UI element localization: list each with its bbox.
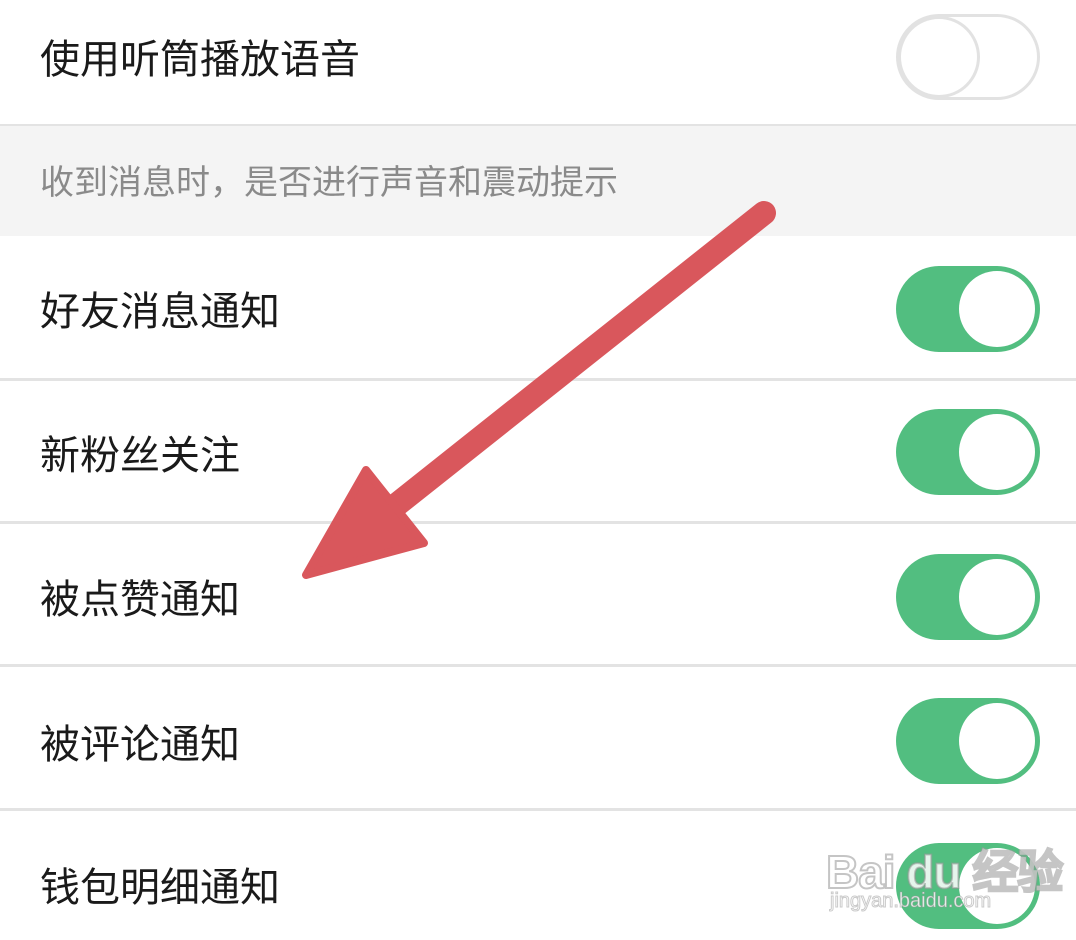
toggle-knob (959, 414, 1035, 490)
settings-row-label: 使用听筒播放语音 (40, 37, 360, 83)
settings-row-friend-messages[interactable]: 好友消息通知 (0, 238, 1076, 378)
toggle-knob (959, 559, 1035, 635)
settings-row-label: 被点赞通知 (40, 577, 240, 623)
toggle-knob (959, 271, 1035, 347)
settings-row-commented[interactable]: 被评论通知 (0, 667, 1076, 807)
wallet-details-toggle[interactable] (896, 843, 1040, 929)
new-followers-toggle[interactable] (896, 409, 1040, 495)
toggle-knob (959, 848, 1035, 924)
section-header-text: 收到消息时，是否进行声音和震动提示 (40, 163, 618, 203)
liked-toggle[interactable] (896, 554, 1040, 640)
settings-screen: 使用听筒播放语音 收到消息时，是否进行声音和震动提示 好友消息通知 新粉丝关注 … (0, 0, 1076, 940)
settings-row-label: 钱包明细通知 (40, 865, 280, 911)
settings-row-label: 新粉丝关注 (40, 433, 240, 479)
commented-toggle[interactable] (896, 698, 1040, 784)
toggle-knob (959, 703, 1035, 779)
settings-row-new-followers[interactable]: 新粉丝关注 (0, 381, 1076, 521)
settings-row-earpiece[interactable]: 使用听筒播放语音 (0, 0, 1076, 124)
toggle-knob (901, 19, 977, 95)
settings-row-label: 好友消息通知 (40, 289, 280, 335)
earpiece-toggle[interactable] (896, 14, 1040, 100)
friend-messages-toggle[interactable] (896, 266, 1040, 352)
settings-row-liked[interactable]: 被点赞通知 (0, 524, 1076, 664)
settings-row-wallet-details[interactable]: 钱包明细通知 (0, 811, 1076, 940)
settings-row-label: 被评论通知 (40, 722, 240, 768)
